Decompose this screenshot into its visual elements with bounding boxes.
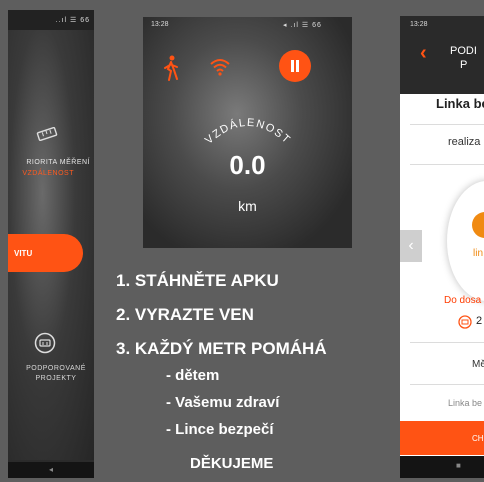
linka-small-label: Linka be	[448, 398, 483, 408]
status-time: 13:28	[151, 21, 169, 28]
priority-value: VZDÁLENOST	[22, 170, 74, 177]
divider	[410, 342, 484, 343]
instruction-step-2: 2. VYRAZTE VEN	[116, 305, 254, 324]
divider	[410, 164, 484, 165]
progress-circle	[447, 181, 484, 301]
support-button[interactable]: CH	[400, 421, 484, 455]
benefit-item-2: - Vašemu zdraví	[166, 394, 280, 411]
measure-label: Mě	[472, 359, 484, 370]
arc-text: VZDÁLENOST	[203, 117, 291, 147]
benefit-item-1: - dětem	[166, 367, 220, 384]
coin-icon	[458, 315, 472, 329]
supported-label-line1: PODPOROVANÉ	[26, 365, 86, 372]
wifi-icon	[210, 59, 230, 76]
supported-projects-label[interactable]: PODPOROVANÉ PROJEKTY	[8, 364, 94, 384]
previous-arrow-button[interactable]: ‹	[400, 230, 422, 262]
realization-label: realiza	[448, 136, 481, 148]
coin-icon[interactable]	[34, 332, 56, 354]
pause-icon	[291, 60, 299, 72]
pause-button[interactable]	[279, 50, 311, 82]
walking-icon	[164, 55, 178, 81]
priority-label: RIORITA MĚŘENÍ	[26, 159, 90, 166]
ruler-icon	[36, 127, 58, 141]
middle-phone-screen: 13:28 ◂ .ıl ☰ 66 VZDÁLENOST 0.0 km	[143, 17, 352, 248]
thanks-heading: DĚKUJEME	[190, 455, 274, 472]
start-activity-button[interactable]: VITU	[8, 234, 83, 272]
coin-value: 2	[476, 315, 483, 327]
goal-label: Do dosa	[444, 295, 482, 306]
distance-value: 0.0	[229, 150, 266, 180]
left-phone-screen: ..ıl ☰ 66 RIORITA MĚŘENÍ VZDÁLENOST VITU…	[8, 10, 94, 478]
instruction-step-3: 3. KAŽDÝ METR POMÁHÁ	[116, 339, 327, 358]
right-phone-screen: 13:28 ‹ PODI P Linka be realiza lin ‹ Do…	[400, 16, 484, 478]
status-bar: ..ıl ☰ 66	[8, 10, 94, 30]
title-line1: PODI	[450, 45, 477, 57]
back-button[interactable]: ‹	[420, 42, 427, 65]
benefit-item-3: - Lince bezpečí	[166, 421, 274, 438]
page-title: PODI P	[450, 44, 484, 72]
title-line2: P	[460, 59, 468, 71]
project-heading: Linka be	[436, 96, 484, 111]
distance-unit: km	[238, 198, 257, 214]
svg-text:VZDÁLENOST: VZDÁLENOST	[203, 117, 293, 147]
instruction-step-1: 1. STÁHNĚTE APKU	[116, 271, 279, 290]
status-icons: ◂ .ıl ☰ 66	[283, 22, 322, 29]
circle-label: lin	[473, 248, 484, 259]
divider	[410, 384, 484, 385]
status-time: 13:28	[410, 21, 428, 28]
nav-home-button[interactable]: ■	[400, 456, 484, 478]
supported-label-line2: PROJEKTY	[35, 375, 77, 382]
nav-back-button[interactable]: ◂	[8, 462, 94, 478]
divider	[410, 124, 484, 125]
